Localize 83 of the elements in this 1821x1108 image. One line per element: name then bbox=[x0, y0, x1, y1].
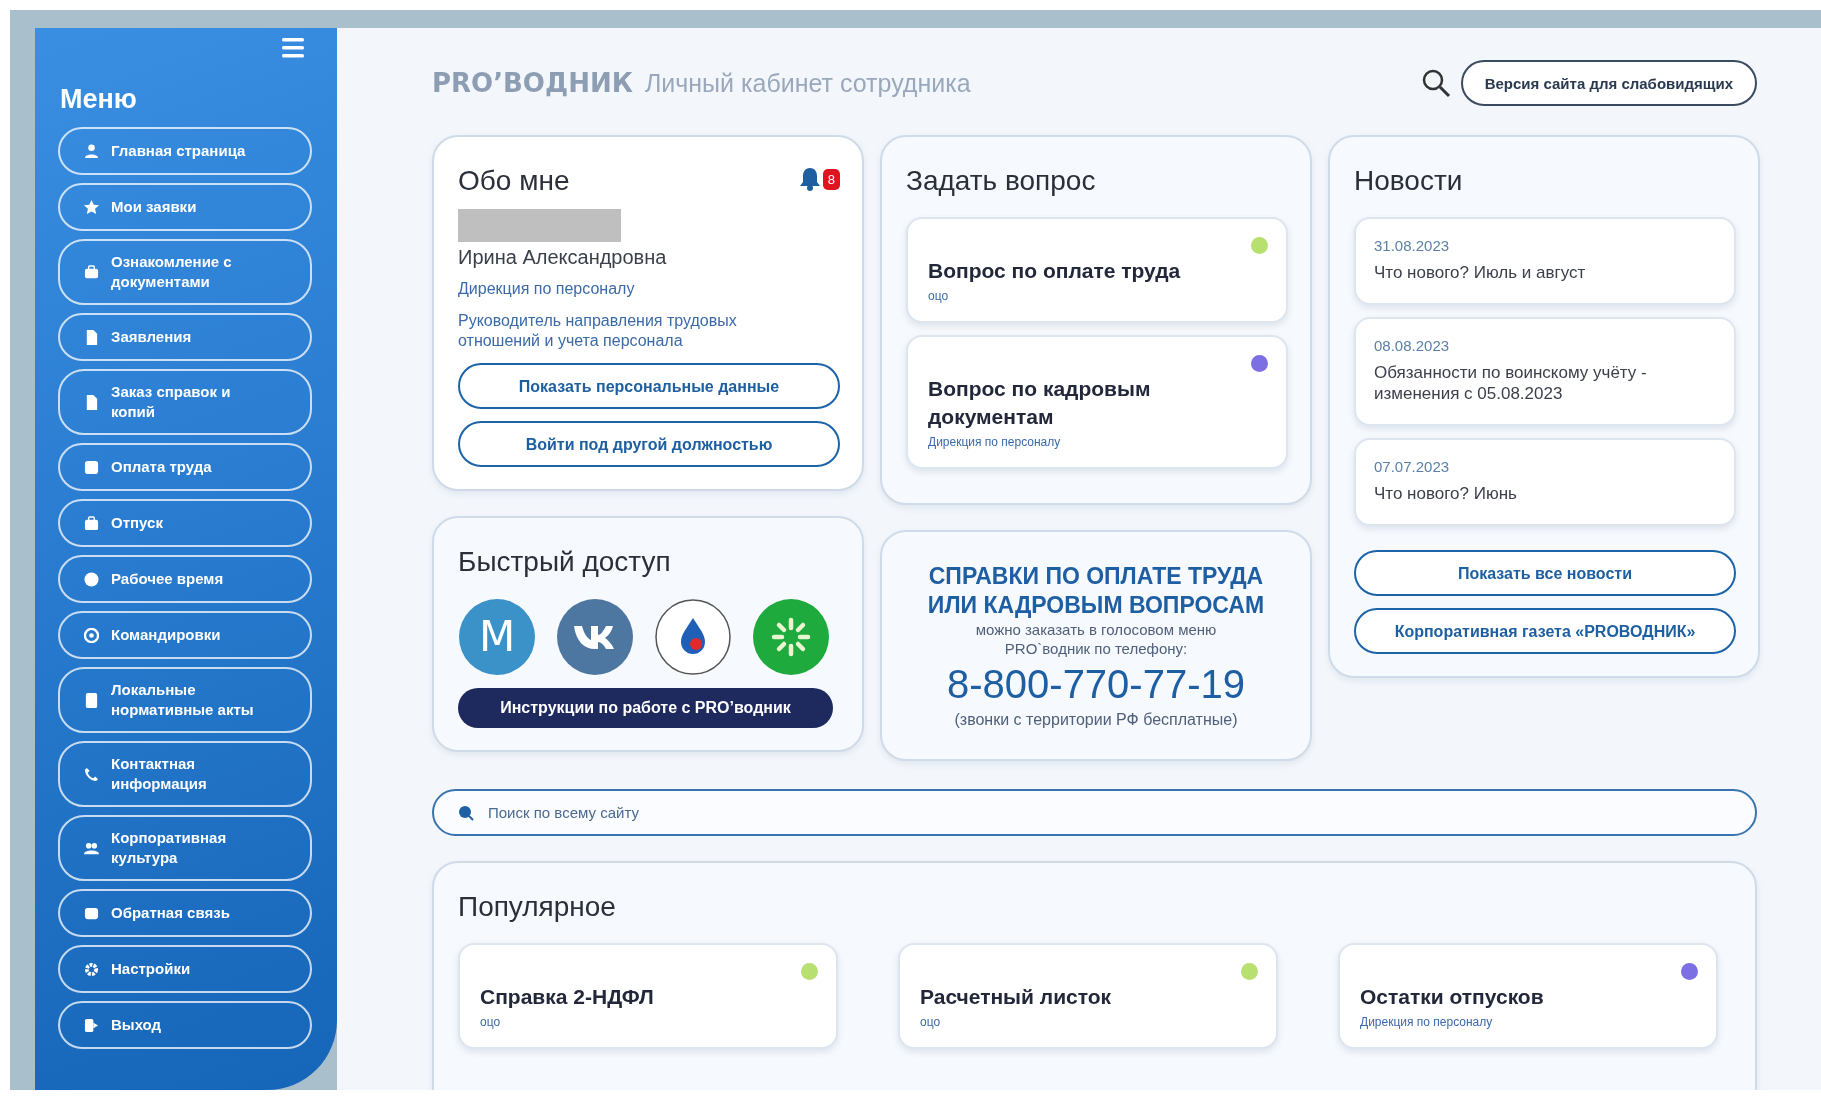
app-icon[interactable]: M bbox=[458, 598, 536, 676]
menu-item[interactable]: Обратная связь bbox=[58, 889, 312, 937]
exit-icon bbox=[84, 1017, 99, 1033]
accessibility-button[interactable]: Версия сайта для слабовидящих bbox=[1460, 60, 1757, 106]
menu-title: Меню bbox=[60, 84, 138, 115]
job-position: Руководитель направления трудовых отношений и учета персонала bbox=[458, 311, 738, 351]
card-title: Популярное bbox=[458, 891, 617, 923]
hotline-title: СПРАВКИ ПО ОПЛАТЕ ТРУДА ИЛИ КАДРОВЫМ ВОПРОСАМ bbox=[926, 562, 1266, 620]
topic-title: Вопрос по оплате труда bbox=[928, 258, 1182, 284]
menu-icon[interactable] bbox=[282, 38, 304, 58]
briefcase-icon bbox=[84, 264, 99, 280]
mail-icon bbox=[84, 905, 99, 921]
news-card[interactable]: 07.07.2023 Что нового? Июнь bbox=[1354, 438, 1736, 526]
profile-button[interactable]: Показать персональные данные bbox=[458, 363, 840, 409]
phone-number: 8-800-770-77-19 bbox=[946, 662, 1246, 707]
instructions-button[interactable]: Инструкции по работе с PRO’водник bbox=[458, 688, 833, 728]
menu-item[interactable]: Мои заявки bbox=[58, 183, 312, 231]
document-icon bbox=[84, 329, 99, 345]
topic-card[interactable]: Вопрос по оплате труда оцо bbox=[906, 217, 1288, 323]
news-date: 07.07.2023 bbox=[1374, 458, 1451, 475]
drop-icon[interactable] bbox=[654, 598, 732, 676]
topic-card[interactable]: Справка 2-НДФЛ оцо bbox=[458, 943, 838, 1049]
topic-card[interactable]: Вопрос по кадровым документам Дирекция по персоналу bbox=[906, 335, 1288, 469]
topic-card[interactable]: Расчетный листок оцо bbox=[898, 943, 1278, 1049]
phone-icon bbox=[84, 766, 99, 782]
document-icon bbox=[84, 692, 99, 708]
topic-title: Остатки отпусков bbox=[1360, 984, 1545, 1010]
card-title: Обо мне bbox=[458, 165, 570, 197]
menu-item[interactable]: Выход bbox=[58, 1001, 312, 1049]
menu-item[interactable]: Ознакомление с документами bbox=[58, 239, 312, 305]
topic-title: Расчетный листок bbox=[920, 984, 1113, 1010]
compass-icon bbox=[84, 627, 99, 643]
card-title: Задать вопрос bbox=[906, 165, 1097, 197]
news-date: 08.08.2023 bbox=[1374, 337, 1451, 354]
search-icon bbox=[458, 805, 474, 821]
topic-source: Дирекция по персоналу bbox=[928, 435, 1062, 449]
menu-item[interactable]: Отпуск bbox=[58, 499, 312, 547]
menu-item[interactable]: Командировки bbox=[58, 611, 312, 659]
notification-count: 8 bbox=[822, 168, 840, 190]
settings-icon bbox=[84, 961, 99, 977]
menu-item[interactable]: Контактная информация bbox=[58, 741, 312, 807]
news-title: Обязанности по воинскому учёту - изменения с 05.08.2023 bbox=[1374, 362, 1648, 404]
news-button[interactable]: Показать все новости bbox=[1354, 550, 1736, 596]
topic-source: оцо bbox=[480, 1015, 502, 1029]
person-icon bbox=[84, 143, 99, 159]
hotline-note: можно заказать в голосовом меню PRO`водник по телефону: bbox=[974, 620, 1218, 658]
topic-card[interactable]: Остатки отпусков Дирекция по персоналу bbox=[1338, 943, 1718, 1049]
search-icon[interactable] bbox=[1420, 68, 1451, 98]
news-card[interactable]: 08.08.2023 Обязанности по воинскому учёту - изменения с 05.08.2023 bbox=[1354, 317, 1736, 426]
bell-icon bbox=[798, 167, 821, 191]
menu-item[interactable]: Заказ справок и копий bbox=[58, 369, 312, 435]
menu-item[interactable]: Оплата труда bbox=[58, 443, 312, 491]
suitcase-icon bbox=[84, 515, 99, 531]
menu-item[interactable]: Главная страница bbox=[58, 127, 312, 175]
topic-title: Вопрос по кадровым документам bbox=[928, 376, 1152, 430]
card-title: Новости bbox=[1354, 165, 1464, 197]
social-app-icon[interactable] bbox=[556, 598, 634, 676]
card-title: Быстрый доступ bbox=[458, 546, 672, 578]
document-icon bbox=[84, 394, 99, 410]
topic-source: Дирекция по персоналу bbox=[1360, 1015, 1494, 1029]
news-card[interactable]: 31.08.2023 Что нового? Июль и август bbox=[1354, 217, 1736, 305]
page-subtitle: Личный кабинет сотрудника bbox=[644, 68, 972, 98]
topic-source: оцо bbox=[920, 1015, 942, 1029]
profile-button[interactable]: Войти под другой должностью bbox=[458, 421, 840, 467]
topic-title: Справка 2-НДФЛ bbox=[480, 984, 655, 1010]
news-date: 31.08.2023 bbox=[1374, 237, 1451, 254]
topic-source: оцо bbox=[928, 289, 950, 303]
employee-name: Ирина Александровна bbox=[458, 246, 668, 269]
menu-item[interactable]: Локальные нормативные акты bbox=[58, 667, 312, 733]
brand-name: PRO’ВОДНИК bbox=[432, 68, 633, 98]
hotline-footnote: (звонки с территории РФ бесплатные) bbox=[953, 711, 1239, 729]
menu-item[interactable]: Корпоративная культура bbox=[58, 815, 312, 881]
asterisk-icon[interactable] bbox=[752, 598, 830, 676]
news-title: Что нового? Июль и август bbox=[1374, 262, 1587, 283]
news-button[interactable]: Корпоративная газета «PROВОДНИК» bbox=[1354, 608, 1736, 654]
search-field[interactable]: Поиск по всему сайту bbox=[432, 789, 1757, 836]
news-title: Что нового? Июнь bbox=[1374, 483, 1518, 504]
menu-item[interactable]: Заявления bbox=[58, 313, 312, 361]
department: Дирекция по персоналу bbox=[458, 279, 636, 299]
people-icon bbox=[84, 840, 99, 856]
menu-item[interactable]: Рабочее время bbox=[58, 555, 312, 603]
star-icon bbox=[84, 199, 99, 215]
menu-item[interactable]: Настройки bbox=[58, 945, 312, 993]
